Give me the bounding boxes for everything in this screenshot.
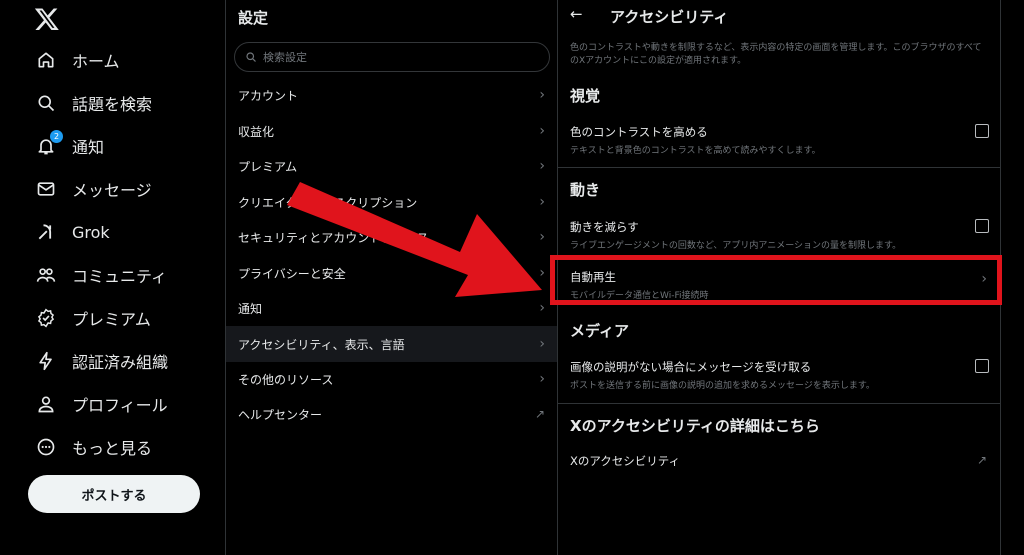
link-label: Xのアクセシビリティ	[570, 454, 681, 468]
section-learn-more: Xのアクセシビリティの詳細はこちら	[570, 417, 820, 435]
option-subtitle: ポストを送信する前に画像の説明の追加を求めるメッセージを表示します。	[570, 381, 875, 391]
option-subtitle: ライブエンゲージメントの回数など、アプリ内アニメーションの量を制限します。	[570, 241, 902, 251]
section-motion: 動き	[570, 181, 601, 199]
chevron-right-icon: ›	[539, 371, 545, 387]
x-logo-icon[interactable]	[34, 6, 60, 32]
primary-nav: ホーム 話題を検索 2 通知 メッセージ Grok コミュニティ プレミアム 認	[0, 0, 226, 555]
search-placeholder: 検索設定	[263, 51, 307, 64]
chevron-right-icon: ›	[539, 123, 545, 139]
settings-item-label: ヘルプセンター	[238, 407, 323, 422]
option-increase-contrast[interactable]: 色のコントラストを高める テキストと背景色のコントラストを高めて読みやすくします…	[558, 124, 1001, 156]
nav-more[interactable]: もっと見る	[28, 430, 160, 464]
settings-title: 設定	[238, 9, 269, 27]
settings-item-label: プライバシーと安全	[238, 266, 346, 281]
chevron-right-icon: ›	[539, 300, 545, 316]
home-icon	[36, 50, 56, 70]
option-title: 画像の説明がない場合にメッセージを受け取る	[570, 360, 812, 374]
external-link-icon: ↗	[976, 453, 987, 467]
option-image-description-reminder[interactable]: 画像の説明がない場合にメッセージを受け取る ポストを送信する前に画像の説明の追加…	[558, 359, 1001, 391]
nav-grok[interactable]: Grok	[28, 215, 118, 249]
settings-item-label: アクセシビリティ、表示、言語	[238, 337, 405, 352]
nav-profile[interactable]: プロフィール	[28, 387, 176, 421]
nav-premium[interactable]: プレミアム	[28, 301, 159, 335]
settings-item-notifications[interactable]: 通知 ›	[226, 291, 557, 325]
divider	[558, 167, 1001, 168]
settings-item-additional-resources[interactable]: その他のリソース ›	[226, 362, 557, 396]
option-title: 色のコントラストを高める	[570, 125, 708, 139]
nav-notifications[interactable]: 2 通知	[28, 129, 112, 163]
highlight-box	[550, 255, 1002, 305]
search-icon	[245, 48, 257, 67]
nav-grok-label: Grok	[72, 222, 110, 242]
settings-item-label: 収益化	[238, 124, 275, 139]
nav-messages[interactable]: メッセージ	[28, 172, 160, 206]
grok-icon	[36, 222, 56, 242]
settings-item-accessibility[interactable]: アクセシビリティ、表示、言語 ›	[226, 326, 557, 362]
contrast-checkbox[interactable]	[975, 124, 989, 138]
nav-home[interactable]: ホーム	[28, 43, 128, 77]
nav-premium-label: プレミアム	[72, 310, 151, 329]
x-accessibility-link[interactable]: Xのアクセシビリティ ↗	[558, 453, 1001, 469]
post-button[interactable]: ポストする	[28, 475, 200, 513]
image-description-checkbox[interactable]	[975, 359, 989, 373]
detail-title: アクセシビリティ	[610, 8, 729, 26]
chevron-right-icon: ›	[539, 336, 545, 352]
chevron-right-icon: ›	[539, 87, 545, 103]
back-arrow-icon[interactable]: ←	[570, 5, 583, 23]
nav-explore-label: 話題を検索	[72, 95, 153, 114]
nav-notifications-label: 通知	[72, 138, 105, 157]
settings-item-privacy[interactable]: プライバシーと安全 ›	[226, 256, 557, 290]
settings-item-security[interactable]: セキュリティとアカウントアクセス ›	[226, 220, 557, 254]
section-vision: 視覚	[570, 87, 601, 105]
mail-icon	[36, 179, 56, 199]
settings-item-creator-subscriptions[interactable]: クリエイターサブスクリプション ›	[226, 185, 557, 219]
nav-verified-orgs-label: 認証済み組織	[72, 353, 169, 372]
nav-profile-label: プロフィール	[72, 396, 168, 415]
nav-verified-orgs[interactable]: 認証済み組織	[28, 344, 176, 378]
settings-item-monetization[interactable]: 収益化 ›	[226, 114, 557, 148]
chevron-right-icon: ›	[539, 265, 545, 281]
chevron-right-icon: ›	[539, 229, 545, 245]
chevron-right-icon: ›	[539, 194, 545, 210]
reduce-motion-checkbox[interactable]	[975, 219, 989, 233]
nav-explore[interactable]: 話題を検索	[28, 86, 160, 120]
option-title: 動きを減らす	[570, 220, 639, 234]
nav-communities-label: コミュニティ	[72, 267, 168, 286]
settings-item-help-center[interactable]: ヘルプセンター ↗	[226, 397, 557, 431]
settings-item-label: プレミアム	[238, 159, 298, 174]
settings-item-label: セキュリティとアカウントアクセス	[238, 230, 429, 245]
nav-messages-label: メッセージ	[72, 181, 152, 200]
verified-icon	[36, 308, 56, 328]
settings-item-account[interactable]: アカウント ›	[226, 78, 557, 112]
bell-icon: 2	[36, 130, 63, 156]
people-icon	[36, 265, 56, 285]
more-icon	[36, 437, 56, 457]
settings-panel: 設定 検索設定 アカウント › 収益化 › プレミアム › クリエイターサブスクリプシ…	[226, 0, 558, 555]
settings-item-label: アカウント	[238, 88, 299, 103]
notification-badge: 2	[50, 130, 63, 143]
settings-item-label: クリエイターサブスクリプション	[238, 195, 418, 210]
external-link-icon: ↗	[534, 407, 545, 421]
option-reduce-motion[interactable]: 動きを減らす ライブエンゲージメントの回数など、アプリ内アニメーションの量を制限…	[558, 219, 1001, 251]
user-icon	[36, 394, 56, 414]
settings-search-input[interactable]: 検索設定	[234, 42, 550, 72]
settings-item-label: 通知	[238, 301, 263, 316]
nav-communities[interactable]: コミュニティ	[28, 258, 175, 292]
detail-intro: 色のコントラストや動きを制限するなど、表示内容の特定の画面を管理します。このブラ…	[570, 43, 982, 66]
settings-item-premium[interactable]: プレミアム ›	[226, 149, 557, 183]
settings-item-label: その他のリソース	[238, 372, 334, 387]
app: ホーム 話題を検索 2 通知 メッセージ Grok コミュニティ プレミアム 認	[0, 0, 1024, 555]
divider	[558, 403, 1001, 404]
search-icon	[36, 93, 56, 113]
section-media: メディア	[570, 322, 629, 340]
bolt-icon	[36, 351, 56, 371]
nav-more-label: もっと見る	[72, 439, 153, 458]
option-subtitle: テキストと背景色のコントラストを高めて読みやすくします。	[570, 146, 821, 156]
chevron-right-icon: ›	[539, 158, 545, 174]
detail-header: ← アクセシビリティ	[558, 0, 1001, 32]
nav-home-label: ホーム	[72, 52, 120, 71]
